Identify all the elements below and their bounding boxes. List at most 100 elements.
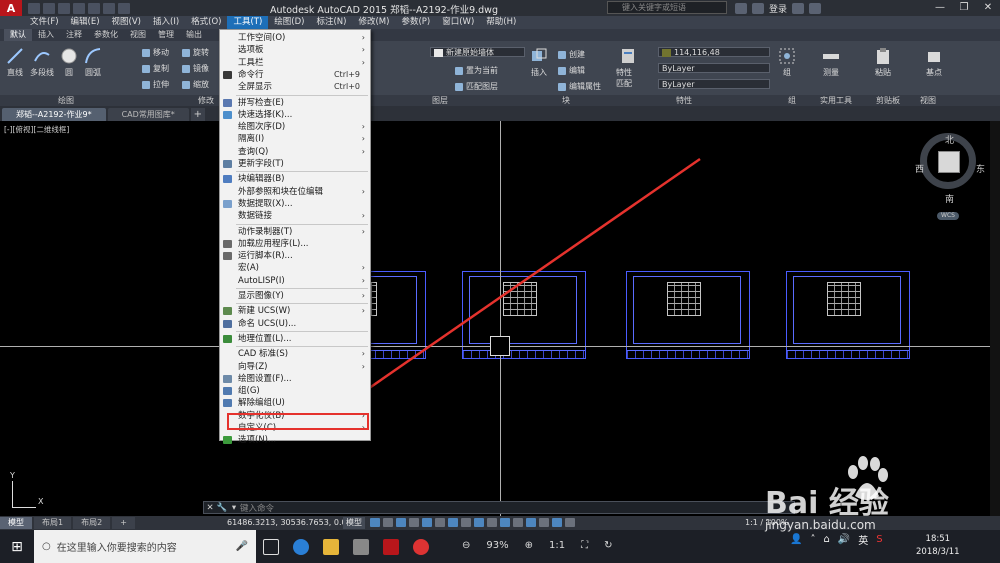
selection-cycling-icon[interactable] (474, 518, 484, 527)
match-properties-button[interactable]: 特性 匹配 (616, 47, 640, 89)
tools-menu-item[interactable]: 块编辑器(B) (220, 173, 370, 185)
layout-tab-model[interactable]: 模型 (0, 517, 32, 529)
rotate-view-icon[interactable]: ↻ (604, 540, 612, 551)
layout-tab-add[interactable]: + (112, 517, 135, 529)
zoom-out-icon[interactable]: ⊖ (462, 540, 470, 551)
tools-menu-item[interactable]: 数据链接 › (220, 210, 370, 222)
system-clock[interactable]: 18:51 2018/3/11 (916, 533, 960, 559)
tools-menu-item[interactable]: 隔离(I) › (220, 133, 370, 145)
panel-block[interactable]: 块 (562, 95, 570, 106)
minimize-button[interactable]: — (928, 0, 952, 16)
stretch-button[interactable]: 拉伸 (142, 79, 169, 90)
panel-draw[interactable]: 绘图 (58, 95, 74, 106)
close-button[interactable]: ✕ (976, 0, 1000, 16)
menu-window[interactable]: 窗口(W) (436, 16, 480, 29)
panel-group[interactable]: 组 (788, 95, 796, 106)
undo-icon[interactable] (103, 2, 115, 14)
redo-icon[interactable] (118, 2, 130, 14)
tools-menu-item[interactable]: 全屏显示 Ctrl+0 (220, 81, 370, 93)
media-player-icon[interactable] (346, 530, 376, 563)
menu-help[interactable]: 帮助(H) (480, 16, 522, 29)
layout-tab-1[interactable]: 布局1 (34, 517, 72, 529)
actual-size-button[interactable]: 1:1 (549, 540, 565, 551)
tools-menu-item[interactable]: 宏(A) › (220, 262, 370, 274)
network-icon[interactable]: ⌂ (823, 534, 829, 545)
tools-menu-item[interactable]: 查询(Q) › (220, 146, 370, 158)
otrack-icon[interactable] (435, 518, 445, 527)
help-icon[interactable] (809, 3, 822, 14)
doc-tab-library[interactable]: CAD常用图库* (107, 108, 189, 121)
workspace-icon[interactable] (526, 518, 536, 527)
menu-file[interactable]: 文件(F) (24, 16, 65, 29)
fullscreen-icon[interactable]: ⛶ (581, 540, 588, 551)
tools-menu-item[interactable]: 向导(Z) › (220, 361, 370, 373)
windows-start-icon[interactable]: ⊞ (0, 530, 34, 563)
arc-button[interactable]: 圆弧 (84, 47, 102, 78)
menu-dimension[interactable]: 标注(N) (310, 16, 352, 29)
tools-menu-item[interactable]: 快速选择(K)... (220, 109, 370, 121)
copy-button[interactable]: 复制 (142, 63, 169, 74)
menu-draw[interactable]: 绘图(D) (268, 16, 310, 29)
menu-insert[interactable]: 插入(I) (147, 16, 185, 29)
tools-menu-item[interactable]: 外部参照和块在位编辑 › (220, 186, 370, 198)
tools-menu-item[interactable]: 数据提取(X)... (220, 198, 370, 210)
tab-annotate[interactable]: 注释 (60, 29, 88, 41)
panel-clipboard[interactable]: 剪贴板 (876, 95, 900, 106)
tools-menu-item[interactable]: 更新字段(T) (220, 158, 370, 170)
linetype-combo[interactable]: ByLayer (658, 63, 770, 73)
insert-block-button[interactable]: 插入 (530, 47, 548, 78)
edit-block-button[interactable]: 编辑 (558, 65, 585, 76)
tools-menu-item[interactable]: 工作空间(O) › (220, 32, 370, 44)
model-space-toggle[interactable]: 模型 (343, 517, 365, 529)
snap-icon[interactable] (383, 518, 393, 527)
tab-output[interactable]: 输出 (180, 29, 208, 41)
move-button[interactable]: 移动 (142, 47, 169, 58)
panel-utilities[interactable]: 实用工具 (820, 95, 852, 106)
save-icon[interactable] (58, 2, 70, 14)
task-view-icon[interactable] (256, 530, 286, 563)
menu-format[interactable]: 格式(O) (185, 16, 227, 29)
tab-parametric[interactable]: 参数化 (88, 29, 124, 41)
group-button[interactable]: 组 (778, 47, 796, 78)
maximize-button[interactable]: ❐ (952, 0, 976, 16)
paste-button[interactable]: 粘贴 (874, 47, 892, 78)
menu-parametric[interactable]: 参数(P) (395, 16, 436, 29)
tools-menu-item[interactable]: 组(G) (220, 385, 370, 397)
3d-osnap-icon[interactable] (487, 518, 497, 527)
saveas-icon[interactable] (73, 2, 85, 14)
help-search-input[interactable]: 键入关键字或短语 (607, 1, 727, 14)
dynamic-ucs-icon[interactable] (500, 518, 510, 527)
lineweight-combo[interactable]: ByLayer (658, 79, 770, 89)
tray-expand-icon[interactable]: ˄ (810, 534, 815, 545)
panel-layer[interactable]: 图层 (432, 95, 448, 106)
close-command-icon[interactable]: ✕ (204, 503, 216, 513)
file-explorer-icon[interactable] (316, 530, 346, 563)
tools-menu-item[interactable]: 命令行 Ctrl+9 (220, 69, 370, 81)
lineweight-icon[interactable] (448, 518, 458, 527)
line-button[interactable]: 直线 (6, 47, 24, 78)
open-icon[interactable] (43, 2, 55, 14)
panel-view[interactable]: 视图 (920, 95, 936, 106)
clean-screen-icon[interactable] (565, 518, 575, 527)
search-icon[interactable] (735, 3, 747, 14)
autocad-taskbar-icon[interactable] (376, 530, 406, 563)
transparency-icon[interactable] (461, 518, 471, 527)
menu-tools[interactable]: 工具(T) (227, 16, 269, 29)
tools-menu-item[interactable]: 加载应用程序(L)... (220, 238, 370, 250)
sogou-browser-icon[interactable] (286, 530, 316, 563)
tools-menu-item[interactable]: 地理位置(L)... (220, 333, 370, 345)
hardware-accel-icon[interactable] (552, 518, 562, 527)
tools-menu-item[interactable]: 新建 UCS(W) › (220, 305, 370, 317)
tools-menu-item[interactable]: 运行脚本(R)... (220, 250, 370, 262)
tools-menu-item[interactable]: 动作录制器(T) › (220, 226, 370, 238)
ime-indicator[interactable]: 英 (858, 532, 868, 547)
tab-insert[interactable]: 插入 (32, 29, 60, 41)
command-input[interactable]: 键入命令 (240, 502, 274, 514)
tab-default[interactable]: 默认 (4, 29, 32, 41)
customize-command-icon[interactable]: 🔧 (216, 503, 228, 513)
tools-menu-item[interactable]: 选项板 › (220, 44, 370, 56)
panel-modify[interactable]: 修改 (198, 95, 214, 106)
tools-menu-item[interactable]: 绘图设置(F)... (220, 373, 370, 385)
tools-menu-item[interactable]: CAD 标准(S) › (220, 348, 370, 360)
new-icon[interactable] (28, 2, 40, 14)
